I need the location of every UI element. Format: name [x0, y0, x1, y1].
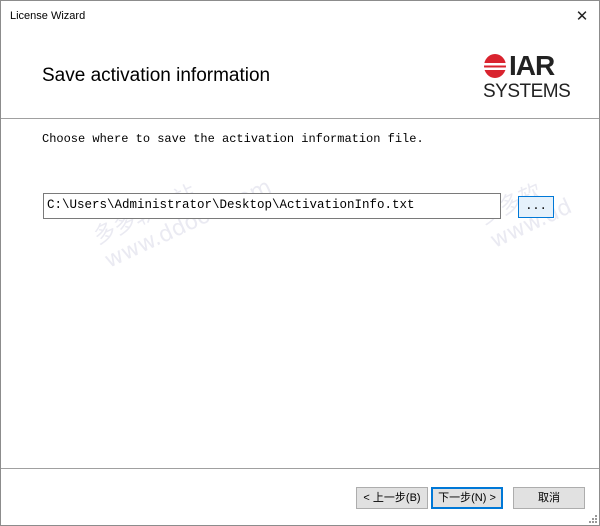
wizard-header: Save activation information IAR SYSTEMS [1, 31, 599, 117]
instruction-text: Choose where to save the activation info… [42, 132, 424, 146]
logo-iar-text: IAR [509, 50, 555, 81]
title-bar: License Wizard ✕ [1, 1, 599, 31]
close-icon: ✕ [575, 8, 589, 25]
back-button[interactable]: < 上一步(B) [356, 487, 428, 509]
close-button[interactable]: ✕ [571, 5, 593, 27]
cancel-button[interactable]: 取消 [513, 487, 585, 509]
browse-button[interactable]: ... [518, 196, 554, 218]
next-button[interactable]: 下一步(N) > [431, 487, 503, 509]
page-title: Save activation information [42, 65, 271, 86]
header-divider [1, 118, 599, 119]
resize-grip-icon[interactable] [587, 513, 597, 523]
footer-divider [1, 468, 599, 469]
iar-logo: IAR SYSTEMS [483, 50, 571, 109]
window-title: License Wizard [10, 10, 86, 22]
license-wizard-window: License Wizard ✕ Save activation informa… [0, 0, 600, 526]
iar-logo-mark-icon [484, 54, 506, 78]
file-path-input[interactable]: C:\Users\Administrator\Desktop\Activatio… [43, 193, 501, 219]
logo-systems-text: SYSTEMS [483, 81, 571, 102]
